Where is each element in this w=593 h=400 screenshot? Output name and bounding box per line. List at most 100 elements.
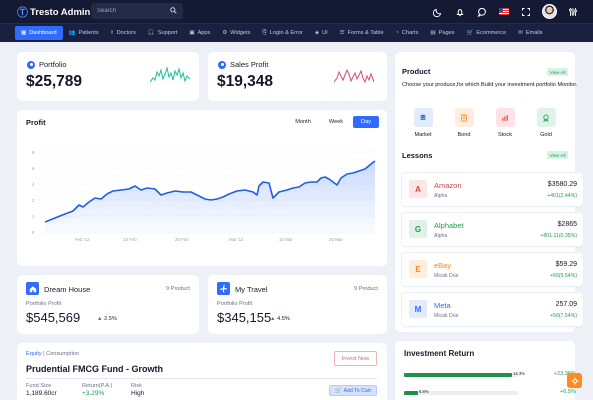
- fund-tag-consumption[interactable]: Consumption: [46, 351, 79, 357]
- chat-icon[interactable]: [476, 6, 488, 18]
- lesson-name: eBay: [434, 261, 452, 270]
- svg-text:1: 1: [32, 214, 35, 219]
- forms-icon: ☰: [339, 30, 345, 36]
- widgets-icon: ⚙: [222, 30, 228, 36]
- fund-card: Equity | Consumption Prudential FMCG Fun…: [17, 343, 387, 400]
- x-tick-label: 20 Feb: [175, 237, 189, 242]
- sales-profit-icon: [218, 60, 226, 69]
- nav-item-apps[interactable]: ▣ Apps: [183, 26, 216, 40]
- lesson-letter-avatar: E: [409, 260, 427, 278]
- search-box[interactable]: [91, 3, 183, 19]
- investment-value: +6.5%: [559, 389, 576, 395]
- product-gold[interactable]: Gold: [529, 108, 563, 138]
- fund-tag-equity[interactable]: Equity: [26, 351, 42, 357]
- nav-item-forms-table[interactable]: ☰ Forms & Table: [334, 26, 390, 40]
- svg-text:6: 6: [32, 166, 35, 171]
- lesson-subtitle: Alpha: [434, 233, 448, 239]
- arrow-up-icon: ▲: [97, 316, 103, 322]
- lessons-view-all-button[interactable]: View All: [547, 151, 568, 159]
- nav-item-patients[interactable]: 👥 Patients: [63, 26, 105, 40]
- svg-text:4: 4: [32, 182, 35, 187]
- lesson-price: $3580.29: [547, 181, 577, 188]
- dream-house-card: Dream House 9 Product Portfolio Profit $…: [17, 275, 199, 334]
- progress-fill: [404, 391, 418, 395]
- product-label: Stock: [498, 132, 512, 138]
- customizer-button[interactable]: [567, 373, 582, 388]
- investment-row: 14.3% +23.36%: [404, 370, 576, 380]
- nav-item-dashboard[interactable]: ▦ Dashboard: [15, 26, 63, 40]
- product-description: Choose your produce,for which Build your…: [402, 82, 578, 88]
- lesson-price: $2865: [557, 221, 577, 228]
- divider: [26, 378, 377, 379]
- product-market[interactable]: Market: [406, 108, 440, 138]
- lesson-change: +401(2.44%): [547, 193, 577, 199]
- product-lessons-card: Product View All Choose your produce,for…: [395, 52, 583, 332]
- investment-return-title: Investment Return: [404, 349, 475, 358]
- add-to-cart-button[interactable]: 🛒 Add To Cart: [329, 385, 377, 396]
- product-title: Product: [402, 67, 431, 76]
- nav-item-ecommerce[interactable]: 🛒 Ecommerce: [460, 26, 512, 40]
- nav-item-emails[interactable]: ✉ Emails: [512, 26, 548, 40]
- pages-icon: ▤: [430, 30, 436, 36]
- dream-house-delta: ▲ 2.5%: [97, 316, 117, 322]
- y-axis-ticks: 8 6 4 2 1 0: [32, 150, 35, 235]
- lesson-change: +801.11(0.35%): [540, 233, 577, 239]
- invest-now-button[interactable]: Invest Now: [334, 351, 377, 366]
- market-icon: [413, 108, 433, 127]
- lesson-price: $59.29: [555, 261, 577, 268]
- dream-house-title: Dream House: [44, 285, 91, 294]
- bell-icon[interactable]: [454, 6, 466, 18]
- nav-item-ui[interactable]: ◈ UI: [309, 26, 334, 40]
- lesson-item-meta[interactable]: M Meta Micak Doe 257.09 +50(7.54%): [402, 293, 583, 326]
- my-travel-count: 9 Product: [354, 286, 378, 292]
- nav-item-pages[interactable]: ▤ Pages: [424, 26, 460, 40]
- my-travel-delta: ▲ 4.5%: [270, 316, 290, 322]
- moon-icon[interactable]: [432, 6, 444, 18]
- headset-icon: 🎧: [147, 30, 155, 36]
- ui-icon: ◈: [314, 30, 320, 36]
- cart-icon: 🛒: [466, 30, 474, 36]
- x-tick-label: 20 Mar: [329, 237, 343, 242]
- main-nav: ▦ Dashboard 👥 Patients ⚕ Doctors 🎧 Support ▣ Apps…: [0, 23, 593, 42]
- nav-item-doctors[interactable]: ⚕ Doctors: [105, 26, 142, 40]
- portfolio-sparkline: [150, 65, 190, 83]
- language-flag-icon[interactable]: [498, 6, 510, 18]
- nav-item-login-error[interactable]: ⎘ Login & Error: [256, 26, 308, 40]
- users-icon: 👥: [68, 30, 76, 36]
- brand-name: Tresto Admin: [30, 6, 91, 18]
- settings-sliders-icon[interactable]: [567, 6, 579, 18]
- portfolio-label: Portfolio: [39, 60, 67, 69]
- avatar[interactable]: [542, 4, 557, 19]
- x-tick-label: 10 Mar: [279, 237, 293, 242]
- product-bond[interactable]: Bond: [447, 108, 481, 138]
- portfolio-card: Portfolio $25,789: [17, 52, 199, 101]
- product-view-all-button[interactable]: View All: [547, 68, 568, 76]
- lesson-change: +66(9.54%): [550, 273, 577, 279]
- fund-name: Prudential FMCG Fund - Growth: [26, 364, 163, 374]
- lesson-item-amazon[interactable]: A Amazon Alpha $3580.29 +401(2.44%): [402, 173, 583, 206]
- lesson-name: Meta: [434, 301, 451, 310]
- product-stock[interactable]: Stock: [488, 108, 522, 138]
- nav-item-charts[interactable]: ◔ Charts: [390, 26, 425, 40]
- lesson-item-ebay[interactable]: EeBay Micak Doe $59.29 +66(9.54%): [402, 253, 583, 286]
- airplane-icon: [217, 282, 230, 295]
- svg-text:0: 0: [32, 230, 35, 235]
- sales-profit-card: Sales Profit $19,348: [208, 52, 387, 101]
- search-input[interactable]: [97, 8, 167, 14]
- apps-icon: ▣: [189, 30, 195, 36]
- investment-row: 6.8% +6.5%: [404, 388, 576, 398]
- progress-fill: [404, 373, 512, 377]
- nav-item-support[interactable]: 🎧 Support: [142, 26, 183, 40]
- my-travel-title: My Travel: [235, 285, 268, 294]
- profit-card: Profit Month Week Day 864210 Feb '12 10 Feb…: [17, 110, 387, 266]
- my-travel-profit-label: Portfolio Profit: [217, 301, 253, 307]
- lesson-item-alphabet[interactable]: G Alphabet Alpha $2865 +801.11(0.35%): [402, 213, 583, 246]
- brand-logo[interactable]: Ⓣ Tresto Admin: [17, 4, 90, 20]
- mail-icon: ✉: [518, 30, 523, 36]
- search-icon[interactable]: [170, 7, 177, 14]
- nav-item-widgets[interactable]: ⚙ Widgets: [216, 26, 256, 40]
- fund-return-stat: Return(P.A.) +3.29%: [82, 383, 113, 397]
- fullscreen-icon[interactable]: [520, 6, 532, 18]
- house-icon: [26, 282, 39, 295]
- lesson-name: Alphabet: [434, 221, 464, 230]
